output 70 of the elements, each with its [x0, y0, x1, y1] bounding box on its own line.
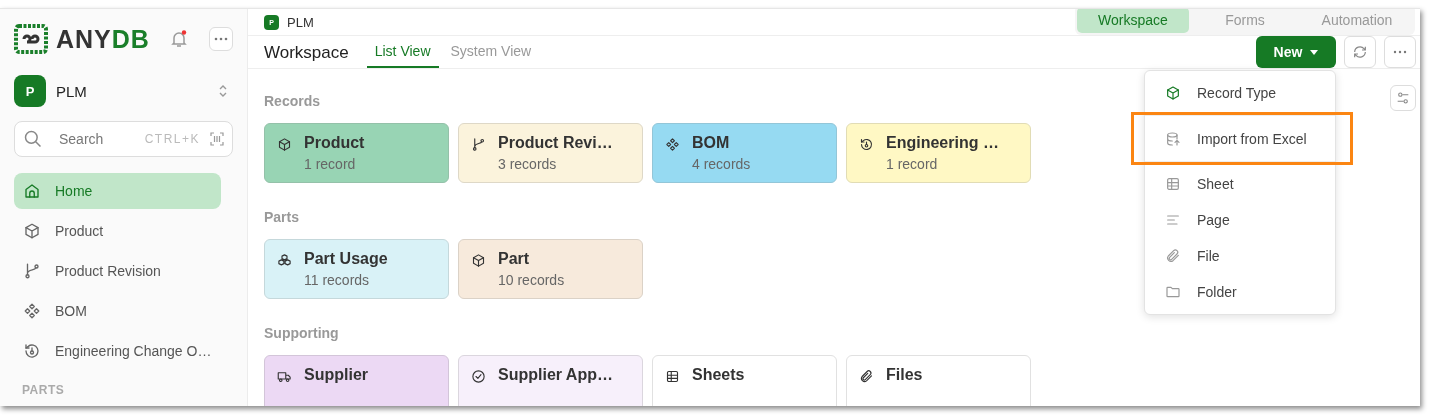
menu-item[interactable]: Folder [1145, 274, 1335, 310]
branch-icon [23, 262, 41, 280]
cube-icon [23, 222, 41, 240]
paperclip-icon [859, 369, 874, 384]
record-type-card[interactable]: Sheets [652, 355, 837, 406]
record-type-card[interactable]: Supplier [264, 355, 449, 406]
menu-item[interactable]: Page [1145, 202, 1335, 238]
mode-tab[interactable]: Workspace [1077, 9, 1189, 33]
table-icon [665, 369, 680, 384]
sidebar-item[interactable]: Product [14, 213, 221, 249]
record-type-card[interactable]: BOM 4 records [652, 123, 837, 183]
group-heading: Parts [264, 209, 300, 225]
refresh-button[interactable] [1344, 36, 1376, 68]
menu-item[interactable]: Import from Excel [1145, 116, 1335, 161]
cube-icon [471, 253, 486, 268]
cube-icon [1165, 85, 1181, 101]
sliders-icon [1395, 90, 1411, 106]
menu-item[interactable]: File [1145, 238, 1335, 274]
record-type-card[interactable]: Engineering … 1 record [846, 123, 1031, 183]
record-type-card[interactable]: Part Usage 11 records [264, 239, 449, 299]
folder-icon [1165, 284, 1181, 300]
record-type-card[interactable]: Supplier App… [458, 355, 643, 406]
group-heading: Records [264, 93, 321, 109]
page-title: Workspace [264, 43, 349, 63]
menu-item[interactable]: Sheet [1145, 166, 1335, 202]
diamonds-icon [665, 137, 680, 152]
dots-icon [214, 37, 228, 41]
filter-button[interactable] [1390, 85, 1416, 111]
caret-icon [1310, 49, 1319, 55]
truck-icon [277, 369, 292, 384]
logo-icon [14, 24, 48, 54]
more-button[interactable] [209, 27, 233, 51]
sidebar-item[interactable]: Home [14, 173, 221, 209]
view-tab[interactable]: List View [366, 36, 439, 68]
text-lines-icon [1165, 212, 1181, 228]
branch-icon [471, 137, 486, 152]
check-circle-icon [471, 369, 486, 384]
diamonds-icon [23, 302, 41, 320]
refresh-icon [1352, 44, 1368, 60]
cubes-icon [277, 253, 292, 268]
logo-text: ANYDB [56, 24, 150, 54]
table-icon [1165, 176, 1181, 192]
chevron-updown-icon[interactable] [217, 83, 229, 99]
history-icon [23, 342, 41, 360]
menu-item[interactable]: Record Type [1145, 75, 1335, 111]
sidebar-item[interactable]: BOM [14, 293, 221, 329]
home-icon [23, 182, 41, 200]
new-button[interactable]: New [1256, 36, 1336, 68]
group-heading: Supporting [264, 325, 339, 341]
breadcrumb[interactable]: PLM [287, 14, 314, 30]
record-type-card[interactable]: Product 1 record [264, 123, 449, 183]
sidebar-item[interactable]: Product Revision [14, 253, 221, 289]
dots-icon [1392, 50, 1408, 54]
bell-icon[interactable] [169, 29, 189, 49]
search-icon [23, 129, 43, 149]
record-type-card[interactable]: Part 10 records [458, 239, 643, 299]
record-type-card[interactable]: Product Revi… 3 records [458, 123, 643, 183]
shortcut-hint: CTRL+K [144, 132, 200, 146]
history-icon [859, 137, 874, 152]
scan-icon[interactable] [210, 132, 224, 146]
cube-icon [277, 137, 292, 152]
sidebar-item[interactable]: Engineering Change O… [14, 333, 221, 369]
workspace-avatar[interactable]: P [14, 75, 46, 107]
search-field[interactable]: Search [57, 130, 131, 148]
section-heading: PARTS [21, 383, 66, 397]
more-button[interactable] [1384, 36, 1416, 68]
paperclip-icon [1165, 248, 1181, 264]
record-type-card[interactable]: Files [846, 355, 1031, 406]
workspace-name[interactable]: PLM [56, 82, 87, 100]
database-icon [1165, 130, 1181, 147]
